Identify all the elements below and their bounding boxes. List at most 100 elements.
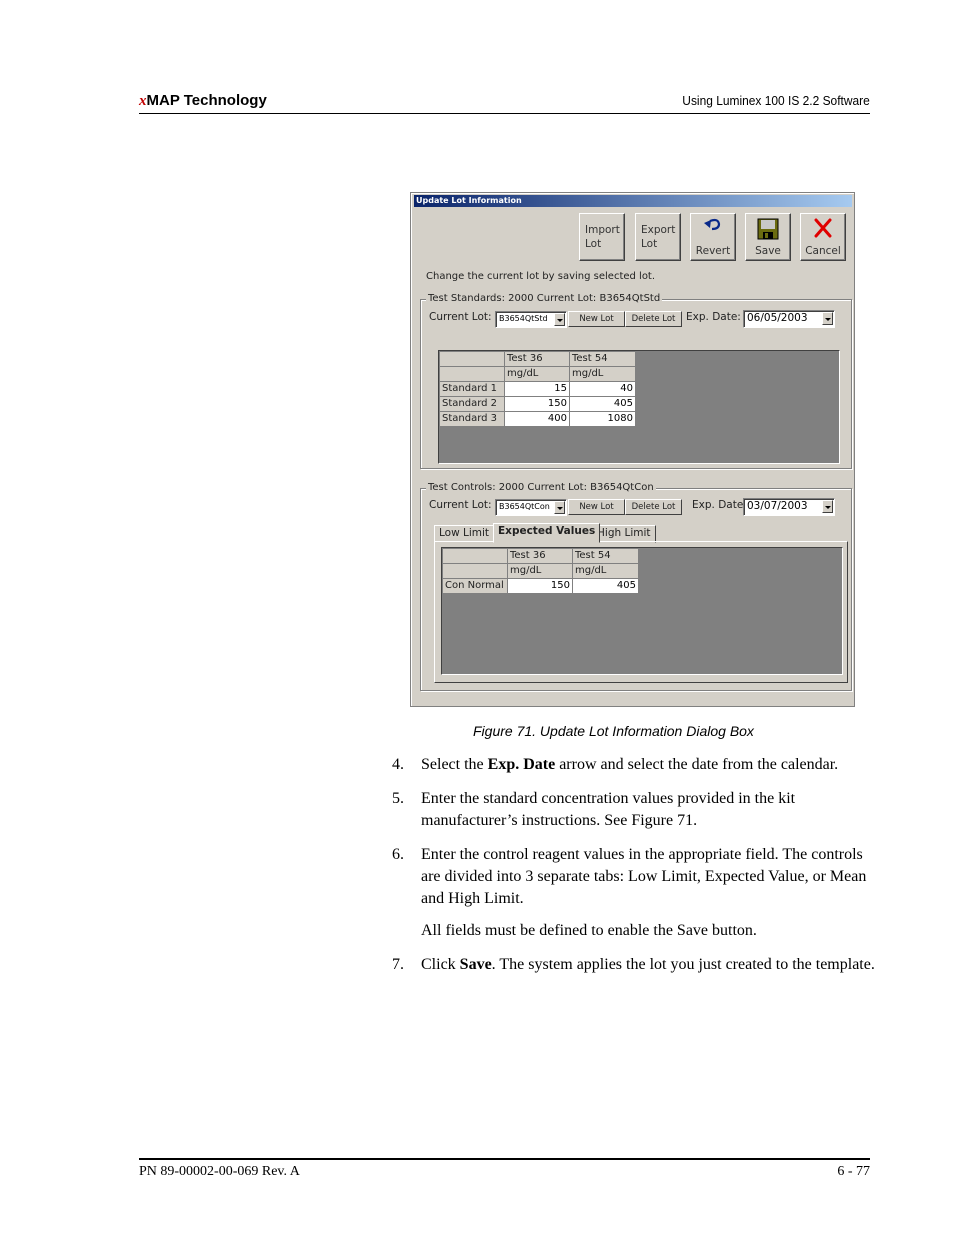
revert-label: Revert: [695, 245, 731, 257]
controls-new-lot-button[interactable]: New Lot: [568, 499, 625, 515]
grid-header-row: Test 36 Test 54: [442, 548, 639, 564]
grid-header-row: Test 36 Test 54: [439, 351, 636, 367]
standards-exp-date-label: Exp. Date:: [686, 311, 741, 323]
controls-current-lot-value: B3654QtCon: [499, 502, 550, 511]
test-standards-legend: Test Standards: 2000 Current Lot: B3654Q…: [426, 293, 663, 304]
standards-current-lot-label: Current Lot:: [429, 311, 492, 323]
controls-exp-date-picker[interactable]: 03/07/2003: [743, 498, 835, 516]
step-text-pre: Click: [421, 956, 460, 973]
page-number: 6 - 77: [837, 1164, 870, 1179]
value-cell[interactable]: 400: [504, 411, 570, 427]
step-5: 5. Enter the standard concentration valu…: [392, 788, 882, 832]
controls-delete-lot-button[interactable]: Delete Lot: [625, 499, 682, 515]
cancel-label: Cancel: [805, 245, 841, 257]
update-lot-dialog: Update Lot Information Import Lot Export…: [410, 192, 855, 707]
expected-values-panel: Test 36 Test 54 mg/dL mg/dL Con Normal 1…: [434, 541, 848, 683]
unit-header: mg/dL: [572, 563, 639, 579]
save-button[interactable]: Save: [745, 213, 791, 261]
chevron-down-icon[interactable]: [554, 313, 565, 326]
controls-grid: Test 36 Test 54 mg/dL mg/dL Con Normal 1…: [442, 548, 639, 594]
brand-name: MAP Technology: [146, 92, 267, 109]
standards-delete-lot-button[interactable]: Delete Lot: [625, 311, 682, 327]
value-cell[interactable]: 405: [569, 396, 636, 412]
standards-grid: Test 36 Test 54 mg/dL mg/dL Standard 1 1…: [439, 351, 636, 427]
step-text-bold: Exp. Date: [487, 756, 556, 773]
controls-current-lot-select[interactable]: B3654QtCon: [495, 499, 567, 516]
import-lot-button[interactable]: Import Lot: [579, 213, 625, 261]
red-x-icon: [813, 218, 833, 241]
step-4: 4. Select the Exp. Date arrow and select…: [392, 754, 882, 776]
table-row: Con Normal 150 405: [442, 578, 639, 594]
standards-current-lot-value: B3654QtStd: [499, 314, 548, 323]
grid-corner-cell: [439, 366, 505, 382]
import-lot-label: Import Lot: [585, 224, 620, 250]
column-header: Test 36: [507, 548, 573, 564]
chevron-down-icon[interactable]: [822, 312, 833, 325]
step-number: 4.: [392, 756, 404, 773]
controls-current-lot-label: Current Lot:: [429, 499, 492, 511]
page-footer: PN 89-00002-00-069 Rev. A 6 - 77: [139, 1158, 870, 1179]
note-text: All fields must be defined to enable the…: [421, 922, 757, 939]
step-text-post: . The system applies the lot you just cr…: [491, 956, 875, 973]
standards-new-lot-button[interactable]: New Lot: [568, 311, 625, 327]
value-cell[interactable]: 150: [507, 578, 573, 594]
cancel-button[interactable]: Cancel: [800, 213, 846, 261]
floppy-disk-icon: [757, 218, 779, 243]
row-header: Standard 2: [439, 396, 505, 412]
value-cell[interactable]: 40: [569, 381, 636, 397]
part-number: PN 89-00002-00-069 Rev. A: [139, 1164, 300, 1179]
standards-exp-date-picker[interactable]: 06/05/2003: [743, 310, 835, 328]
step-text-bold: Save: [459, 956, 492, 973]
row-header: Standard 3: [439, 411, 505, 427]
step-text-pre: Select the: [421, 756, 488, 773]
column-header: Test 54: [572, 548, 639, 564]
step-number: 6.: [392, 846, 404, 863]
figure-caption: Figure 71. Update Lot Information Dialog…: [473, 723, 754, 739]
column-header: Test 36: [504, 351, 570, 367]
controls-exp-date-value: 03/07/2003: [747, 500, 808, 512]
chevron-down-icon[interactable]: [554, 501, 565, 514]
grid-corner-cell: [442, 563, 508, 579]
value-cell[interactable]: 405: [572, 578, 639, 594]
page-header: xMAP Technology Using Luminex 100 IS 2.2…: [139, 91, 870, 114]
revert-button[interactable]: Revert: [690, 213, 736, 261]
unit-header: mg/dL: [507, 563, 573, 579]
column-header: Test 54: [569, 351, 636, 367]
controls-grid-area: Test 36 Test 54 mg/dL mg/dL Con Normal 1…: [441, 547, 843, 675]
undo-arrow-icon: [702, 218, 724, 235]
step-number: 7.: [392, 956, 404, 973]
standards-current-lot-select[interactable]: B3654QtStd: [495, 311, 567, 328]
unit-header: mg/dL: [569, 366, 636, 382]
step-6: 6. Enter the control reagent values in t…: [392, 844, 882, 910]
table-row: Standard 1 15 40: [439, 381, 636, 397]
value-cell[interactable]: 150: [504, 396, 570, 412]
row-header: Standard 1: [439, 381, 505, 397]
test-controls-legend: Test Controls: 2000 Current Lot: B3654Qt…: [426, 482, 656, 493]
brand-prefix: x: [139, 93, 147, 109]
step-number: 5.: [392, 790, 404, 807]
instruction-steps: 4. Select the Exp. Date arrow and select…: [392, 754, 882, 988]
test-standards-group: Test Standards: 2000 Current Lot: B3654Q…: [420, 293, 852, 469]
export-lot-button[interactable]: Export Lot: [635, 213, 681, 261]
value-cell[interactable]: 15: [504, 381, 570, 397]
grid-corner-cell: [442, 548, 508, 564]
document-title: Using Luminex 100 IS 2.2 Software: [682, 93, 870, 108]
step-text-post: arrow and select the date from the calen…: [555, 756, 839, 773]
brand-title: xMAP Technology: [139, 92, 267, 110]
table-row: Standard 3 400 1080: [439, 411, 636, 427]
unit-header: mg/dL: [504, 366, 570, 382]
save-label: Save: [755, 245, 781, 257]
instruction-text: Change the current lot by saving selecte…: [426, 271, 656, 282]
standards-grid-area: Test 36 Test 54 mg/dL mg/dL Standard 1 1…: [438, 350, 840, 464]
dialog-titlebar: Update Lot Information: [414, 195, 852, 207]
standards-exp-date-value: 06/05/2003: [747, 312, 808, 324]
grid-units-row: mg/dL mg/dL: [439, 366, 636, 382]
export-lot-label: Export Lot: [641, 224, 676, 250]
test-controls-group: Test Controls: 2000 Current Lot: B3654Qt…: [420, 482, 852, 691]
step-text: Enter the standard concentration values …: [421, 790, 796, 829]
value-cell[interactable]: 1080: [569, 411, 636, 427]
grid-corner-cell: [439, 351, 505, 367]
step-6-note: All fields must be defined to enable the…: [392, 920, 882, 942]
tab-expected-values[interactable]: Expected Values: [493, 523, 601, 543]
chevron-down-icon[interactable]: [822, 500, 833, 513]
